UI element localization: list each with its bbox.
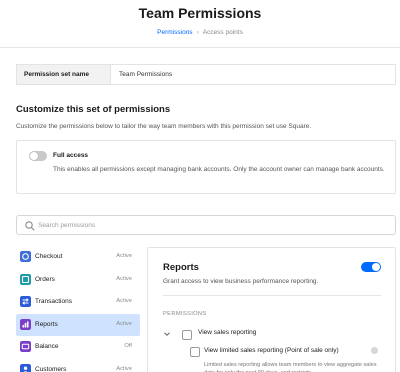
view-sales-reporting-checkbox[interactable] bbox=[182, 330, 192, 340]
sidebar-item-label: Reports bbox=[35, 320, 58, 328]
full-access-title: Full access bbox=[53, 152, 89, 159]
header-divider bbox=[0, 47, 400, 48]
breadcrumb-access-points[interactable]: Access points bbox=[203, 29, 243, 36]
orders-icon bbox=[20, 273, 31, 285]
search-input[interactable] bbox=[38, 218, 388, 232]
full-access-description: This enables all permissions except mana… bbox=[53, 166, 385, 173]
reports-toggle[interactable] bbox=[361, 262, 381, 272]
breadcrumb-separator: › bbox=[196, 29, 199, 36]
sidebar-item-transactions[interactable]: Transactions Active bbox=[16, 291, 140, 314]
breadcrumb: Permissions › Access points bbox=[0, 29, 400, 36]
sidebar-item-label: Customers bbox=[35, 365, 67, 372]
sidebar-item-status: Active bbox=[116, 298, 132, 304]
sidebar-item-label: Orders bbox=[35, 275, 55, 283]
permission-set-name-label: Permission set name bbox=[17, 65, 111, 84]
reports-panel: Reports Grant access to view business pe… bbox=[147, 247, 396, 372]
balance-icon bbox=[20, 341, 31, 352]
limited-sales-reporting-description: Limited sales reporting allows team memb… bbox=[204, 362, 377, 372]
permission-category-list: Checkout Active Orders Active Transactio… bbox=[16, 246, 140, 372]
page-title: Team Permissions bbox=[138, 5, 262, 21]
checkout-icon bbox=[20, 251, 31, 262]
breadcrumb-permissions[interactable]: Permissions bbox=[157, 29, 192, 36]
search-icon bbox=[25, 221, 35, 231]
view-limited-sales-reporting-checkbox[interactable] bbox=[190, 347, 200, 357]
permission-set-name-value[interactable]: Team Permissions bbox=[119, 65, 172, 84]
panel-title: Reports bbox=[163, 262, 199, 273]
sidebar-item-label: Checkout bbox=[35, 253, 63, 260]
sidebar-item-status: Active bbox=[116, 275, 132, 282]
sidebar-item-orders[interactable]: Orders Active bbox=[16, 269, 140, 292]
sidebar-item-status: Active bbox=[116, 365, 132, 372]
permissions-heading: PERMISSIONS bbox=[163, 311, 207, 317]
sidebar-item-status: Active bbox=[116, 253, 132, 259]
info-icon[interactable] bbox=[371, 347, 378, 354]
reports-icon bbox=[20, 318, 31, 330]
view-sales-reporting-label: View sales reporting bbox=[198, 329, 257, 336]
full-access-card: Full access This enables all permissions… bbox=[16, 140, 396, 194]
customers-icon bbox=[20, 363, 31, 372]
customize-description: Customize the permissions below to tailo… bbox=[16, 123, 312, 130]
search-box[interactable] bbox=[16, 215, 396, 235]
panel-divider bbox=[163, 295, 381, 296]
sidebar-item-reports[interactable]: Reports Active bbox=[16, 313, 140, 336]
full-access-toggle[interactable] bbox=[29, 151, 47, 161]
sidebar-item-balance[interactable]: Balance Off bbox=[16, 336, 140, 359]
sidebar-item-customers[interactable]: Customers Active bbox=[16, 359, 140, 372]
toggle-knob bbox=[372, 263, 380, 271]
transactions-icon bbox=[20, 296, 31, 307]
permission-set-name-row: Permission set name Team Permissions bbox=[16, 64, 396, 85]
customize-title: Customize this set of permissions bbox=[16, 104, 171, 115]
panel-description: Grant access to view business performanc… bbox=[163, 278, 319, 285]
toggle-knob bbox=[30, 152, 38, 160]
sidebar-item-checkout[interactable]: Checkout Active bbox=[16, 246, 140, 269]
view-limited-sales-reporting-label: View limited sales reporting (Point of s… bbox=[204, 347, 339, 354]
chevron-down-icon[interactable] bbox=[163, 330, 171, 338]
sidebar-item-label: Transactions bbox=[35, 298, 72, 305]
sidebar-item-status: Off bbox=[124, 343, 132, 349]
sidebar-item-label: Balance bbox=[35, 343, 59, 350]
page-header: Team Permissions Permissions › Access poin… bbox=[0, 0, 400, 46]
sidebar-item-status: Active bbox=[116, 320, 132, 327]
